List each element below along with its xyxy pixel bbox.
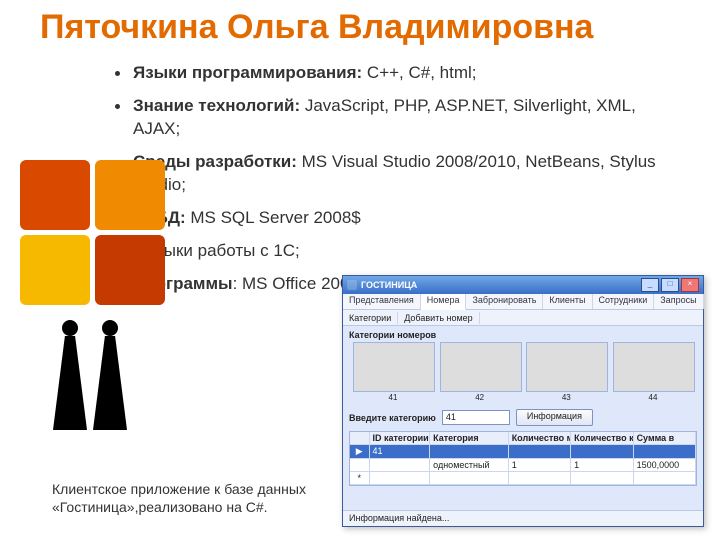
input-label: Введите категорию bbox=[349, 413, 436, 423]
tabstrip: Представления Номера Забронировать Клиен… bbox=[343, 294, 703, 310]
grid-header-row: ID категории Категория Количество мест К… bbox=[350, 432, 696, 445]
room-thumb[interactable]: 44 bbox=[613, 342, 693, 402]
room-thumb[interactable]: 42 bbox=[440, 342, 520, 402]
thumbnail-row: 41 42 43 44 bbox=[349, 342, 697, 402]
category-input[interactable]: 41 bbox=[442, 410, 510, 425]
tab-staff[interactable]: Сотрудники bbox=[593, 294, 655, 309]
tab-queries[interactable]: Запросы bbox=[654, 294, 703, 309]
bullet-list: Языки программирования: C++, C#, html; З… bbox=[115, 62, 685, 306]
grid-row[interactable]: одноместный 1 1 1500,0000 bbox=[350, 459, 696, 472]
data-grid[interactable]: ID категории Категория Количество мест К… bbox=[349, 431, 697, 486]
room-thumb[interactable]: 41 bbox=[353, 342, 433, 402]
tab-book[interactable]: Забронировать bbox=[466, 294, 543, 309]
app-icon bbox=[347, 280, 357, 290]
puzzle-graphic bbox=[5, 150, 175, 440]
bullet-item: Знание технологий: JavaScript, PHP, ASP.… bbox=[115, 95, 685, 141]
slide-title: Пяточкина Ольга Владимировна bbox=[40, 8, 593, 47]
bullet-item: Языки программирования: C++, C#, html; bbox=[115, 62, 685, 85]
grid-row-selected[interactable]: ▶ 41 bbox=[350, 445, 696, 459]
tab-rooms[interactable]: Номера bbox=[421, 294, 467, 310]
app-window: ГОСТИНИЦА _ □ × Представления Номера Заб… bbox=[342, 275, 704, 527]
section-label: Категории номеров bbox=[349, 330, 697, 340]
bullet-item: Навыки работы с 1С; bbox=[115, 240, 685, 263]
toolbar-add-room[interactable]: Добавить номер bbox=[398, 312, 479, 324]
minimize-button[interactable]: _ bbox=[641, 278, 659, 292]
room-thumb[interactable]: 43 bbox=[526, 342, 606, 402]
tab-clients[interactable]: Клиенты bbox=[543, 294, 592, 309]
toolbar-categories[interactable]: Категории bbox=[343, 312, 398, 324]
tab-views[interactable]: Представления bbox=[343, 294, 421, 309]
bullet-item: Среды разработки: MS Visual Studio 2008/… bbox=[115, 151, 685, 197]
maximize-button[interactable]: □ bbox=[661, 278, 679, 292]
status-text: Информация найдена... bbox=[349, 511, 449, 526]
toolbar: Категории Добавить номер bbox=[343, 310, 703, 326]
grid-row-new[interactable]: * bbox=[350, 472, 696, 485]
status-bar: Информация найдена... bbox=[343, 510, 703, 526]
close-button[interactable]: × bbox=[681, 278, 699, 292]
info-button[interactable]: Информация bbox=[516, 409, 593, 426]
window-title: ГОСТИНИЦА bbox=[361, 280, 641, 290]
titlebar: ГОСТИНИЦА _ □ × bbox=[343, 276, 703, 294]
app-caption: Клиентское приложение к базе данных «Гос… bbox=[52, 480, 342, 516]
bullet-item: СУБД: MS SQL Server 2008$ bbox=[115, 207, 685, 230]
